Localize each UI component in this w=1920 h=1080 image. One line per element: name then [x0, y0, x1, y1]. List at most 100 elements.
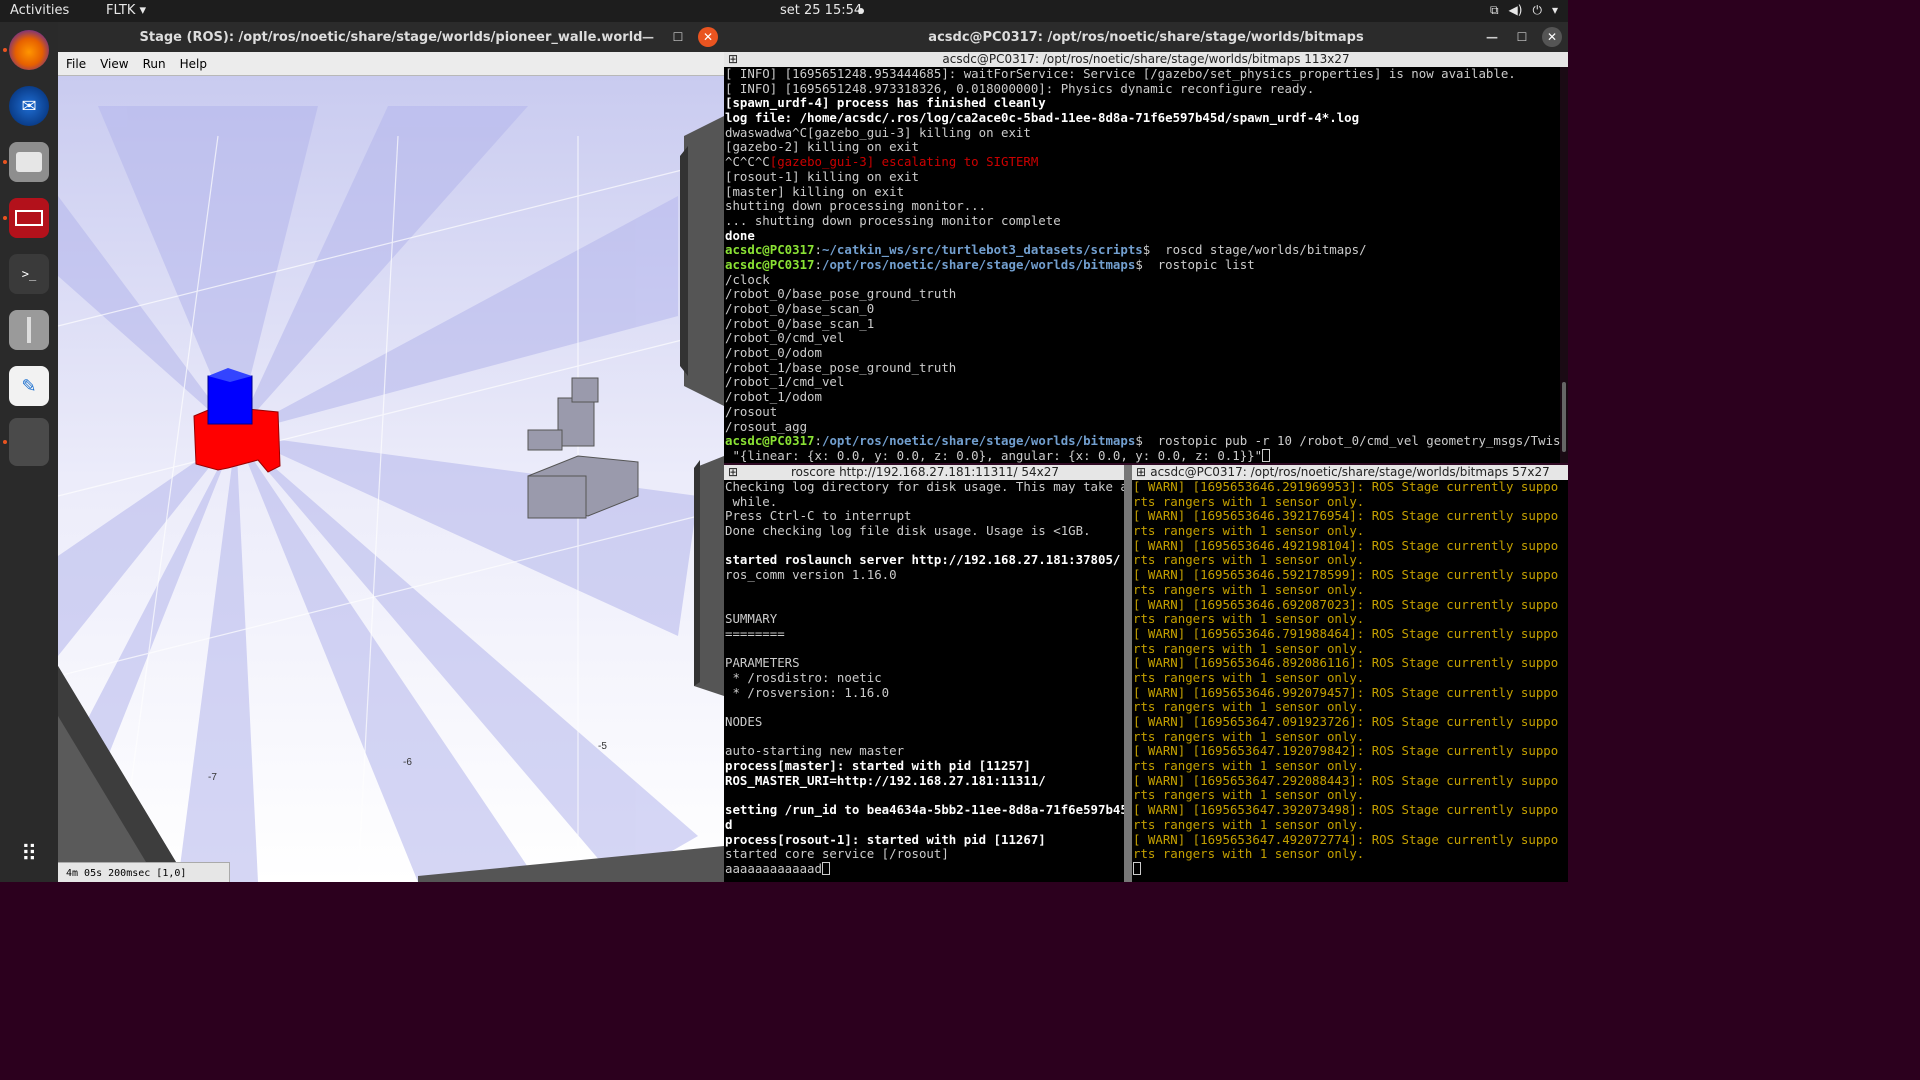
- maximize-icon[interactable]: ☐: [668, 27, 688, 47]
- terminal-text: SUMMARY: [725, 612, 778, 627]
- terminal-line: ... shutting down processing monitor com…: [725, 214, 1560, 229]
- terminal-line: [ WARN] [1695653647.091923726]: ROS Stag…: [1133, 715, 1568, 730]
- terminal-line: "{linear: {x: 0.0, y: 0.0, z: 0.0}, angu…: [725, 448, 1560, 463]
- app-red-icon[interactable]: [9, 198, 49, 238]
- scrollbar-thumb[interactable]: [1562, 382, 1566, 452]
- tile-icon[interactable]: ⊞: [728, 52, 738, 67]
- terminal-line: aaaaaaaaaaaad: [725, 861, 1124, 877]
- terminal-text: acsdc@PC0317: [725, 243, 815, 258]
- terminal-text: ROS_MASTER_URI=http://192.168.27.181:113…: [725, 773, 1046, 788]
- app-menu[interactable]: FLTK ▾: [106, 3, 146, 18]
- grid-icon[interactable]: ⠿: [9, 834, 49, 874]
- terminal-text: while.: [725, 494, 778, 509]
- terminal-line: while.: [725, 495, 1124, 510]
- terminal-line: auto-starting new master: [725, 744, 1124, 759]
- terminal-line: started roslaunch server http://192.168.…: [725, 553, 1124, 568]
- terminal-titlebar[interactable]: acsdc@PC0317: /opt/ros/noetic/share/stag…: [724, 22, 1568, 52]
- text-editor-icon[interactable]: ✎: [9, 366, 49, 406]
- clock[interactable]: set 25 15:54: [780, 3, 862, 18]
- terminal-text: :: [814, 257, 822, 272]
- terminal-line: rts rangers with 1 sensor only.: [1133, 759, 1568, 774]
- stage-3d-view[interactable]: -7 -6 -5: [58, 76, 724, 882]
- terminal-text: [ WARN] [1695653646.692087023]: ROS Stag…: [1133, 597, 1559, 612]
- terminal-line: log file: /home/acsdc/.ros/log/ca2ace0c-…: [725, 111, 1560, 126]
- tile-icon[interactable]: ⊞: [728, 465, 738, 480]
- terminal-line: * /rosdistro: noetic: [725, 671, 1124, 686]
- menu-help[interactable]: Help: [180, 57, 207, 71]
- terminal-line: [ WARN] [1695653646.791988464]: ROS Stag…: [1133, 627, 1568, 642]
- archive-icon[interactable]: [9, 310, 49, 350]
- menu-view[interactable]: View: [100, 57, 128, 71]
- terminal-line: [ INFO] [1695651248.973318326, 0.0180000…: [725, 82, 1560, 97]
- pane-title-label: acsdc@PC0317: /opt/ros/noetic/share/stag…: [942, 52, 1350, 66]
- pane-divider[interactable]: [1124, 465, 1132, 882]
- running-indicator: [3, 48, 7, 52]
- minimize-icon[interactable]: —: [1482, 27, 1502, 47]
- terminal-text: :: [814, 243, 822, 258]
- scrollbar[interactable]: [1560, 67, 1568, 463]
- terminal-line: * /rosversion: 1.16.0: [725, 686, 1124, 701]
- network-icon: ⧉: [1489, 3, 1499, 17]
- menu-file[interactable]: File: [66, 57, 86, 71]
- terminal-text: Done checking log file disk usage. Usage…: [725, 524, 1091, 539]
- terminal-line: [ WARN] [1695653646.592178599]: ROS Stag…: [1133, 568, 1568, 583]
- terminal-text: dwaswadwa^C[gazebo_gui-3] killing on exi…: [725, 125, 1031, 140]
- terminal-pane-top[interactable]: [ INFO] [1695651248.953444685]: waitForS…: [724, 67, 1560, 463]
- terminal-text: $ rostopic pub -r 10 /robot_0/cmd_vel ge…: [1135, 434, 1560, 449]
- terminal-text: [ WARN] [1695653647.091923726]: ROS Stag…: [1133, 715, 1559, 729]
- minimize-icon[interactable]: —: [638, 27, 658, 47]
- terminal-text: /robot_0/odom: [725, 346, 822, 361]
- terminal-text: /robot_0/cmd_vel: [725, 331, 845, 346]
- menu-run[interactable]: Run: [143, 57, 166, 71]
- terminal-text: rts rangers with 1 sensor only.: [1133, 847, 1365, 862]
- activities-button[interactable]: Activities: [10, 3, 69, 18]
- terminal-line: rts rangers with 1 sensor only.: [1133, 700, 1568, 715]
- window-title: Stage (ROS): /opt/ros/noetic/share/stage…: [139, 29, 643, 45]
- terminal-line: rts rangers with 1 sensor only.: [1133, 612, 1568, 627]
- terminal-line: started core service [/rosout]: [725, 847, 1124, 862]
- pane-title-top[interactable]: ⊞ acsdc@PC0317: /opt/ros/noetic/share/st…: [724, 52, 1568, 67]
- terminal-text: [ INFO] [1695651248.953444685]: waitForS…: [725, 67, 1516, 81]
- pane-title-bottom-left[interactable]: ⊞ roscore http://192.168.27.181:11311/ 5…: [724, 465, 1126, 480]
- terminal-line: [ INFO] [1695651248.953444685]: waitForS…: [725, 67, 1560, 82]
- terminal-text: rts rangers with 1 sensor only.: [1133, 670, 1365, 685]
- terminal-line: done: [725, 229, 1560, 244]
- thunderbird-icon[interactable]: ✉: [9, 86, 49, 126]
- terminal-line: NODES: [725, 715, 1124, 730]
- terminal-icon[interactable]: >_: [9, 254, 49, 294]
- files-icon[interactable]: [9, 142, 49, 182]
- terminal-line: rts rangers with 1 sensor only.: [1133, 583, 1568, 598]
- terminal-line: /robot_0/odom: [725, 346, 1560, 361]
- terminal-text: done: [725, 228, 755, 243]
- maximize-icon[interactable]: ☐: [1512, 27, 1532, 47]
- terminal-text: acsdc@PC0317: [725, 434, 815, 449]
- terminal-text: ^C^C^C: [725, 155, 770, 170]
- axis-label: -5: [598, 741, 607, 752]
- firefox-icon[interactable]: [9, 30, 49, 70]
- terminal-text: "{linear: {x: 0.0, y: 0.0, z: 0.0}, angu…: [725, 448, 1263, 463]
- cursor-icon: [821, 861, 830, 875]
- terminal-line: [ WARN] [1695653647.192079842]: ROS Stag…: [1133, 744, 1568, 759]
- stage-titlebar[interactable]: Stage (ROS): /opt/ros/noetic/share/stage…: [58, 22, 724, 52]
- system-tray[interactable]: ⧉ ◀) ⏻ ▾: [1490, 3, 1558, 18]
- active-app-icon[interactable]: [9, 418, 49, 466]
- terminal-text: process[master]: started with pid [11257…: [725, 759, 1031, 774]
- pane-title-bottom-right[interactable]: ⊞ acsdc@PC0317: /opt/ros/noetic/share/st…: [1132, 465, 1568, 480]
- close-icon[interactable]: ✕: [698, 27, 718, 47]
- terminal-text: rts rangers with 1 sensor only.: [1133, 641, 1365, 656]
- window-title: acsdc@PC0317: /opt/ros/noetic/share/stag…: [928, 29, 1364, 45]
- terminal-text: Press Ctrl-C to interrupt: [725, 509, 912, 524]
- close-icon[interactable]: ✕: [1542, 27, 1562, 47]
- terminal-text: /robot_0/base_scan_1: [725, 316, 875, 331]
- terminal-line: setting /run_id to bea4634a-5bb2-11ee-8d…: [725, 803, 1124, 818]
- terminal-pane-roscore[interactable]: Checking log directory for disk usage. T…: [724, 480, 1124, 882]
- notification-dot-icon: [858, 8, 864, 14]
- terminal-text: [ WARN] [1695653647.192079842]: ROS Stag…: [1133, 744, 1559, 759]
- terminal-pane-stage-log[interactable]: [ WARN] [1695653646.291969953]: ROS Stag…: [1132, 480, 1568, 882]
- tile-icon[interactable]: ⊞: [1136, 465, 1146, 480]
- terminal-text: rts rangers with 1 sensor only.: [1133, 612, 1365, 627]
